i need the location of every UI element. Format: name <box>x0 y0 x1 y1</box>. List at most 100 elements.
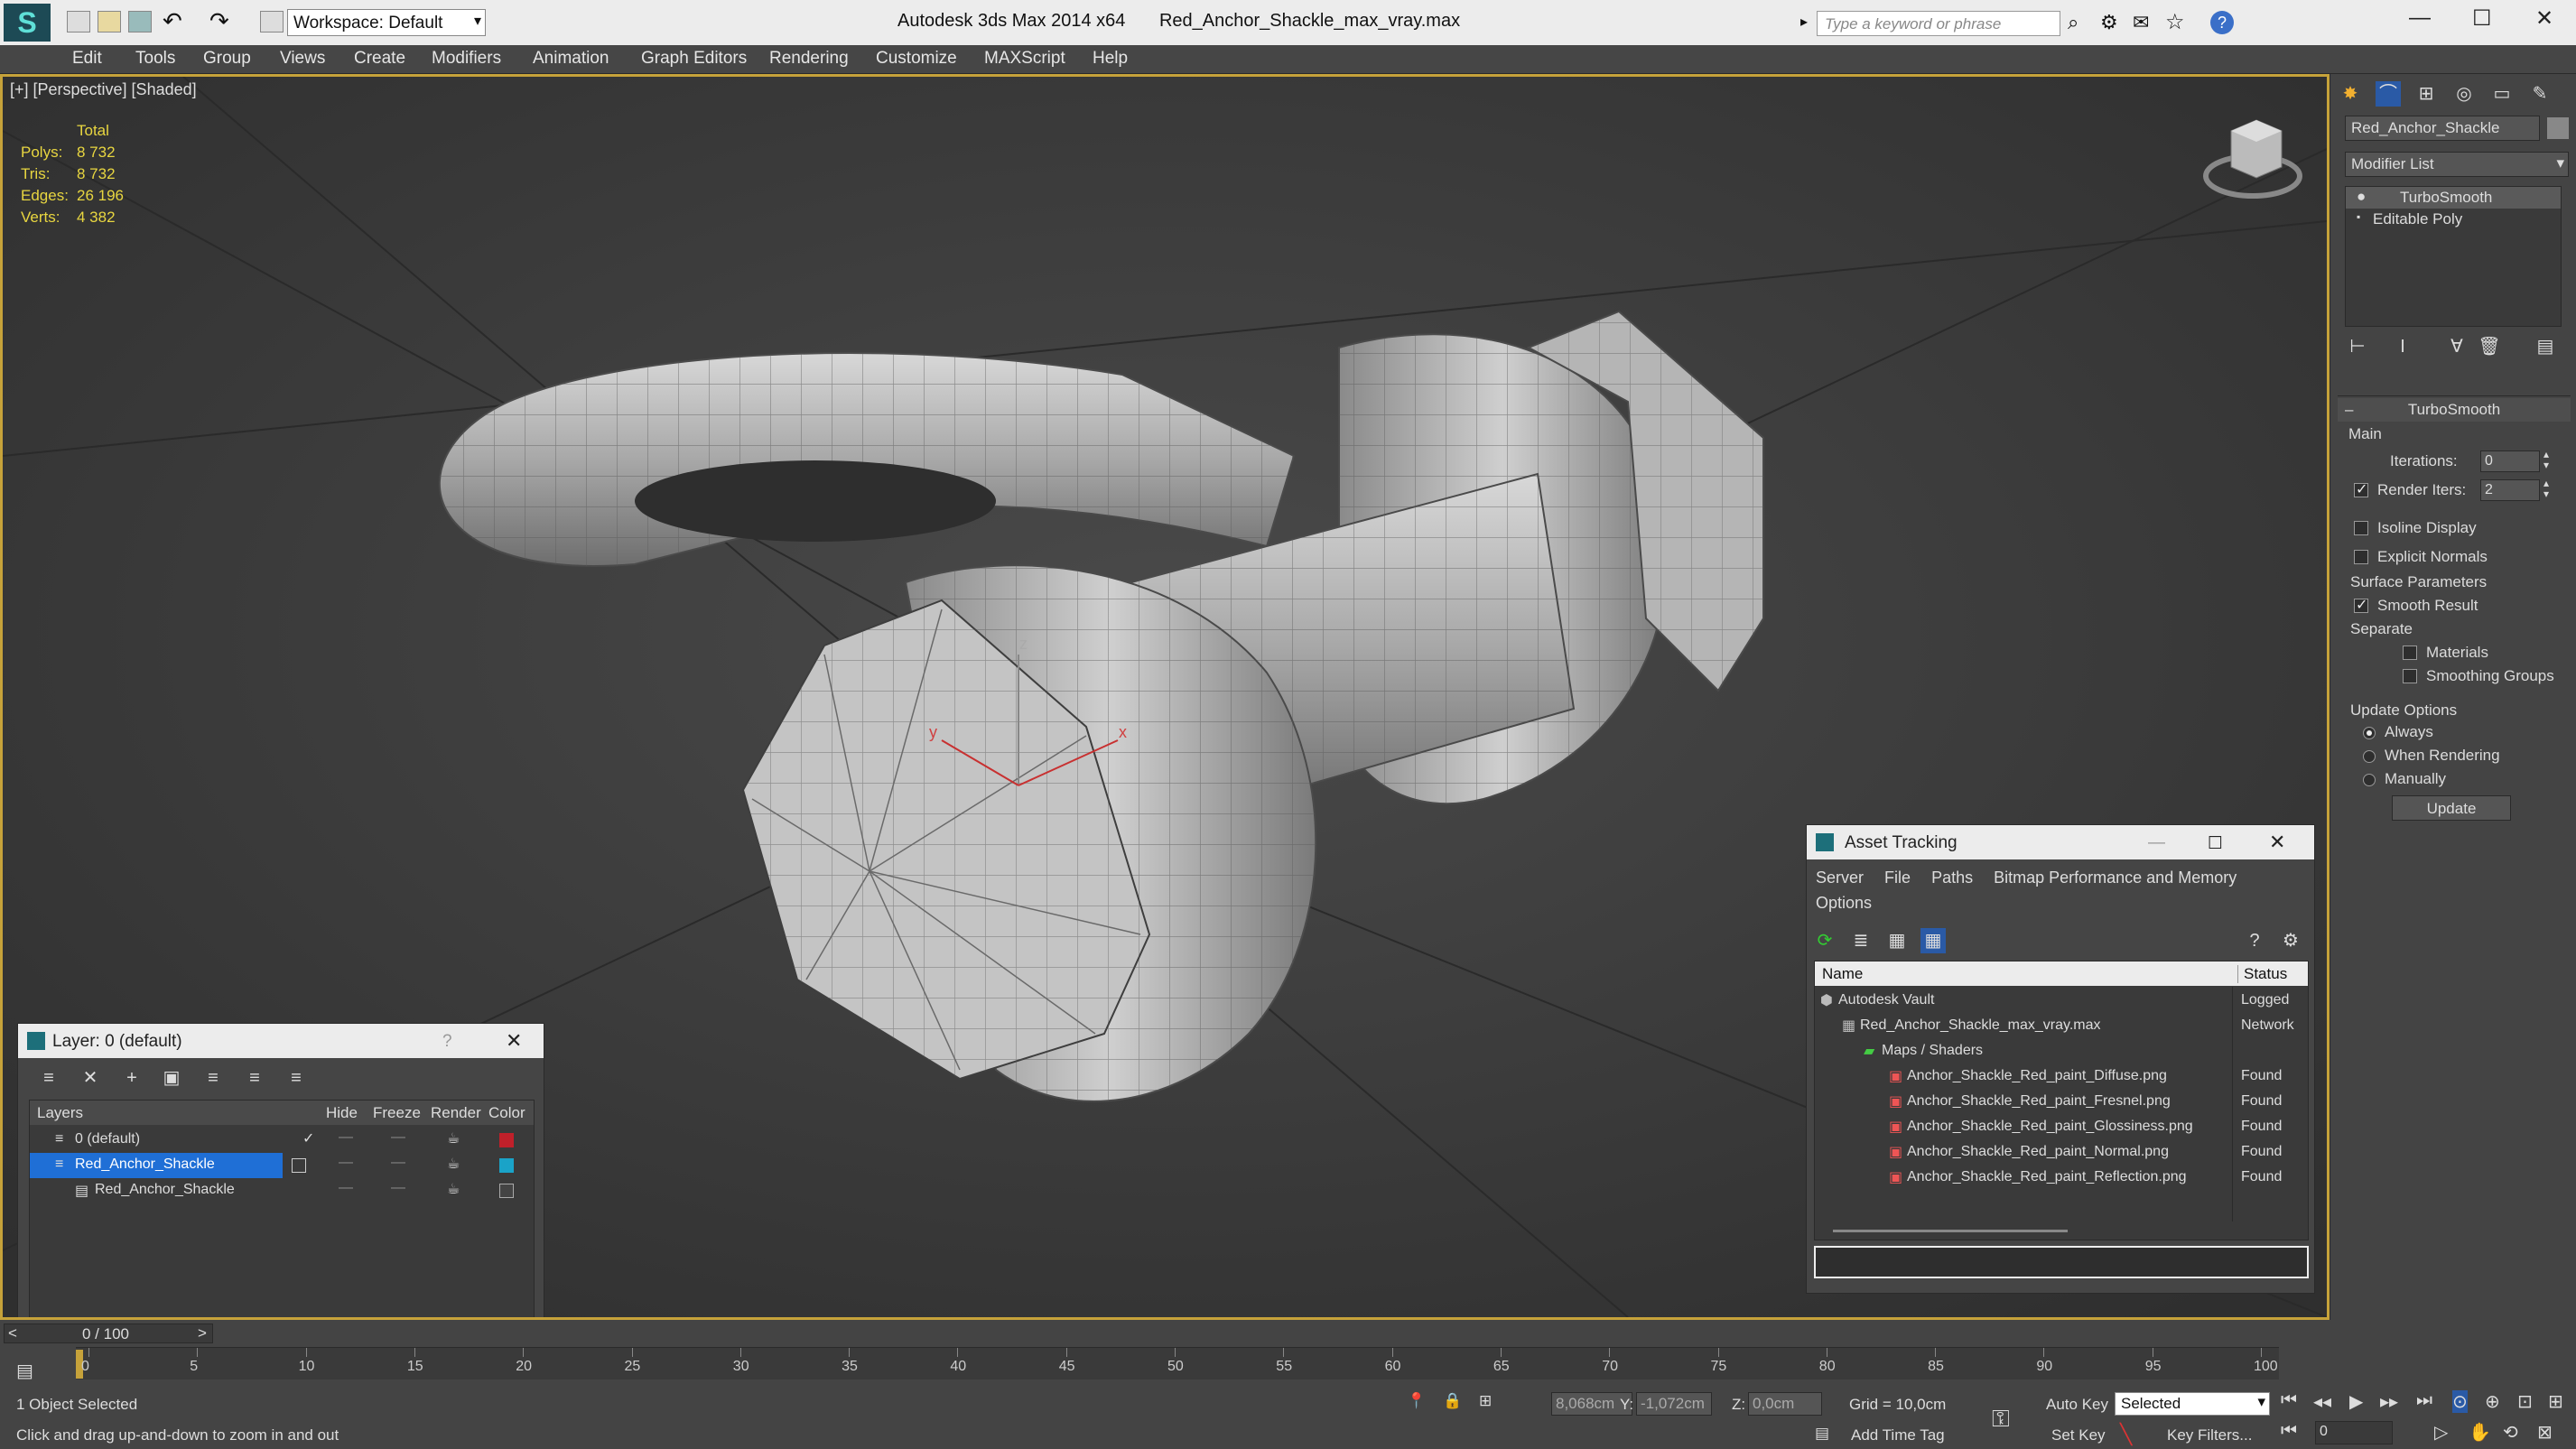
stack-item-editable-poly[interactable]: ▪ Editable Poly <box>2346 209 2561 230</box>
project-folder-icon[interactable] <box>260 11 284 33</box>
communication-center-icon[interactable]: ✉ <box>2133 11 2149 34</box>
freeze-toggle[interactable]: — <box>391 1155 405 1171</box>
thumbnail-view-icon[interactable]: ▦ <box>1884 928 1910 953</box>
asset-help-icon[interactable]: ? <box>2242 928 2267 953</box>
new-file-icon[interactable] <box>67 11 90 33</box>
maximize-button[interactable]: ☐ <box>2472 5 2492 32</box>
time-tag-icon[interactable]: ▤ <box>1815 1425 1829 1443</box>
iterations-spinner[interactable]: 0 <box>2480 450 2540 472</box>
materials-checkbox[interactable] <box>2403 646 2417 660</box>
smoothing-groups-checkbox[interactable] <box>2403 669 2417 683</box>
asset-menu-bitmap[interactable]: Bitmap Performance and Memory <box>1994 868 2237 887</box>
render-teapot-icon[interactable]: ☕ <box>447 1155 460 1173</box>
selected-dropdown[interactable]: Selected ▾ <box>2115 1392 2270 1416</box>
select-objects-icon[interactable]: ▣ <box>159 1065 184 1091</box>
rollout-title[interactable]: – TurboSmooth <box>2338 398 2571 422</box>
col-layers[interactable]: Layers <box>37 1104 83 1122</box>
layer-color-swatch[interactable] <box>499 1158 514 1173</box>
layer-window-titlebar[interactable]: Layer: 0 (default) ? ✕ <box>18 1024 544 1058</box>
display-tab-icon[interactable]: ▭ <box>2489 81 2515 107</box>
asset-window-titlebar[interactable]: Asset Tracking — ☐ ✕ <box>1807 825 2314 859</box>
asset-close-button[interactable]: ✕ <box>2269 831 2285 854</box>
trackbar[interactable]: 0 5 10 15 20 25 30 35 40 45 50 55 60 65 70 75 80 85 90 95 10… <box>76 1347 2279 1379</box>
col-hide[interactable]: Hide <box>326 1104 358 1122</box>
next-frame-arrow[interactable]: > <box>198 1324 207 1342</box>
asset-row[interactable]: ▣ Anchor_Shackle_Red_paint_Normal.png Foun… <box>1815 1140 2308 1166</box>
make-unique-icon[interactable]: ∀ <box>2444 334 2469 359</box>
menu-graph-editors[interactable]: Graph Editors <box>641 49 747 69</box>
hide-toggle[interactable]: — <box>339 1129 353 1146</box>
object-row[interactable]: ▤ Red_Anchor_Shackle — — ☕ <box>30 1178 534 1203</box>
layer-color-swatch[interactable] <box>499 1133 514 1147</box>
render-iters-spinner[interactable]: 2 <box>2480 479 2540 501</box>
viewport-label[interactable]: [+] [Perspective] [Shaded] <box>10 80 197 99</box>
render-teapot-icon[interactable]: ☕ <box>447 1129 460 1147</box>
object-color-swatch[interactable] <box>2547 117 2569 139</box>
set-key-icon[interactable]: ╲ <box>2120 1423 2132 1446</box>
asset-row[interactable]: ▣ Anchor_Shackle_Red_paint_Reflection.png… <box>1815 1166 2308 1191</box>
explicit-normals-checkbox[interactable] <box>2354 550 2368 564</box>
freeze-toggle[interactable]: — <box>391 1129 405 1146</box>
lock-selection-icon[interactable]: 🔒 <box>1443 1392 1462 1410</box>
always-radio[interactable] <box>2363 727 2376 739</box>
asset-menu-server[interactable]: Server <box>1816 868 1864 887</box>
prev-key-icon[interactable]: ◂◂ <box>2313 1390 2331 1413</box>
refresh-icon[interactable]: ⟳ <box>1812 928 1837 953</box>
prev-frame-arrow[interactable]: < <box>8 1324 17 1342</box>
spinner-arrows-icon[interactable]: ▴ ▾ <box>2543 449 2549 470</box>
asset-menu-options[interactable]: Options <box>1816 894 1872 912</box>
modify-tab-icon[interactable]: ⌒ <box>2376 81 2401 107</box>
create-tab-icon[interactable]: ✸ <box>2338 81 2363 107</box>
col-status[interactable]: Status <box>2237 965 2287 983</box>
hide-toggle[interactable]: — <box>339 1155 353 1171</box>
layer-close-button[interactable]: ✕ <box>506 1029 522 1053</box>
asset-menu-paths[interactable]: Paths <box>1931 868 1973 887</box>
save-icon[interactable] <box>128 11 152 33</box>
menu-help[interactable]: Help <box>1093 49 1128 69</box>
col-name[interactable]: Name <box>1822 965 1863 983</box>
maximize-viewport-icon[interactable]: ⊞ <box>2548 1390 2563 1413</box>
min-max-toggle-icon[interactable]: ⊠ <box>2537 1421 2553 1444</box>
favorites-icon[interactable]: ☆ <box>2165 9 2185 35</box>
search-input[interactable]: Type a keyword or phrase <box>1817 11 2060 36</box>
layer-help-button[interactable]: ? <box>442 1032 452 1052</box>
menu-customize[interactable]: Customize <box>876 49 957 69</box>
smooth-result-checkbox[interactable] <box>2354 596 2368 614</box>
field-of-view-icon[interactable]: ▷ <box>2434 1421 2448 1444</box>
play-icon[interactable]: ▶ <box>2349 1390 2363 1413</box>
key-filters-button[interactable]: Key Filters... <box>2167 1426 2252 1444</box>
orbit-icon[interactable]: ⟲ <box>2503 1421 2518 1444</box>
asset-row[interactable]: ▣ Anchor_Shackle_Red_paint_Fresnel.png Fou… <box>1815 1090 2308 1115</box>
set-key-button[interactable]: Set Key <box>2051 1426 2106 1444</box>
render-iters-checkbox[interactable] <box>2354 480 2368 498</box>
perspective-viewport[interactable]: z x y [+] [Perspective] [Shaded] Total P… <box>0 74 2330 1320</box>
y-coord-field[interactable]: -1,072cm <box>1636 1392 1712 1416</box>
zoom-icon[interactable]: ⊕ <box>2485 1390 2500 1413</box>
motion-tab-icon[interactable]: ◎ <box>2451 81 2477 107</box>
z-coord-field[interactable]: 0,0cm <box>1748 1392 1822 1416</box>
layer-row[interactable]: ≡ 0 (default) ✓ — — ☕ <box>30 1128 534 1153</box>
current-layer-check-icon[interactable]: ✓ <box>302 1129 314 1147</box>
asset-scrollbar[interactable] <box>1833 1230 2068 1232</box>
col-color[interactable]: Color <box>488 1104 525 1122</box>
time-config-icon[interactable]: ⏮ <box>2281 1421 2297 1442</box>
asset-row[interactable]: ▦ Red_Anchor_Shackle_max_vray.max Network <box>1815 1014 2308 1039</box>
hide-all-icon[interactable]: ≡ <box>242 1065 267 1091</box>
highlight-layer-icon[interactable]: ≡ <box>200 1065 226 1091</box>
close-button[interactable]: ✕ <box>2535 5 2553 32</box>
redo-icon[interactable]: ↷ <box>209 7 229 35</box>
asset-minimize-button[interactable]: — <box>2148 833 2165 853</box>
isolate-icon[interactable]: 📍 <box>1407 1392 1426 1410</box>
utilities-tab-icon[interactable]: ✎ <box>2527 81 2553 107</box>
current-layer-box[interactable] <box>292 1158 306 1173</box>
when-rendering-radio[interactable] <box>2363 750 2376 763</box>
asset-menu-file[interactable]: File <box>1884 868 1911 887</box>
time-slider[interactable]: < 0 / 100 > <box>4 1324 213 1343</box>
workspace-dropdown[interactable]: Workspace: Default ▾ <box>287 9 486 36</box>
asset-row[interactable]: ▰ Maps / Shaders <box>1815 1039 2308 1064</box>
render-teapot-icon[interactable]: ☕ <box>447 1180 460 1198</box>
object-name-field[interactable]: Red_Anchor_Shackle <box>2345 116 2540 141</box>
remove-modifier-icon[interactable]: 🗑 <box>2477 334 2502 359</box>
zoom-extents-icon[interactable]: ⊡ <box>2517 1390 2533 1413</box>
show-end-result-icon[interactable]: I <box>2390 334 2415 359</box>
